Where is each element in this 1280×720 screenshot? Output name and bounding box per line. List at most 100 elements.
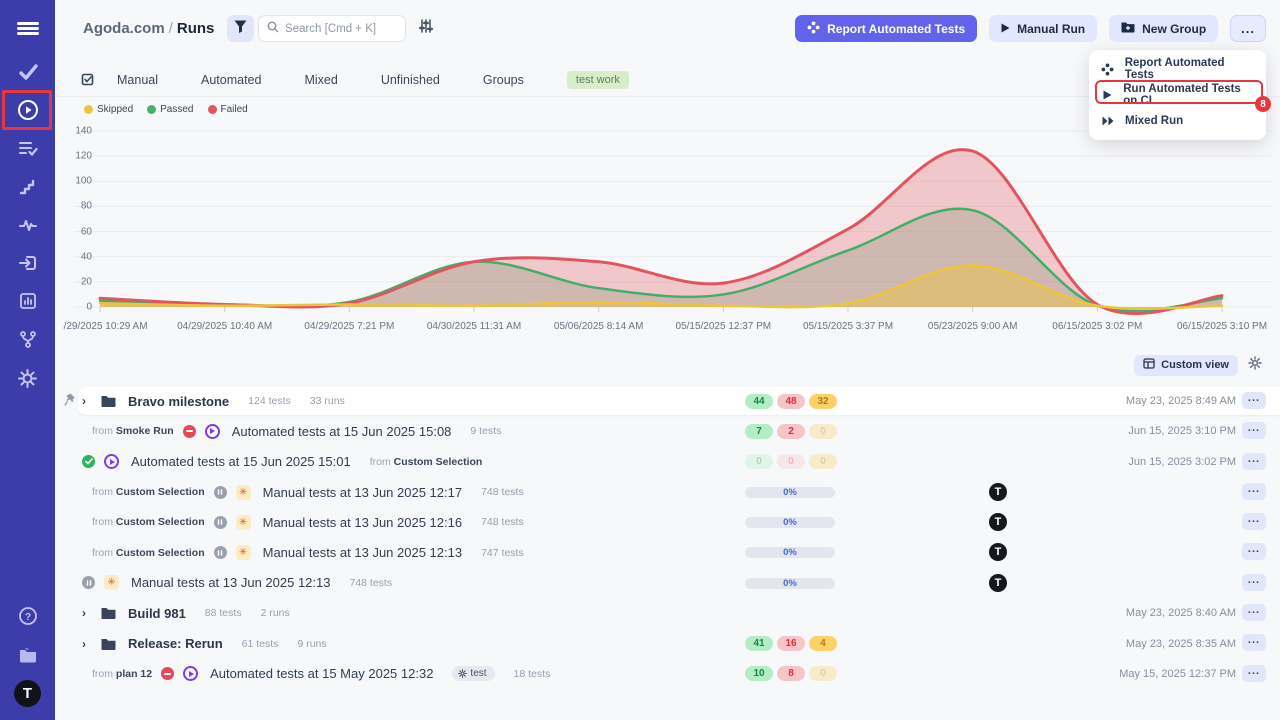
assignee-avatar[interactable]: T: [989, 483, 1007, 501]
report-automated-tests-button[interactable]: Report Automated Tests: [795, 15, 977, 42]
manual-run-button[interactable]: Manual Run: [989, 15, 1097, 42]
menu-item-mixed-run[interactable]: Mixed Run: [1089, 108, 1266, 134]
x-tick-label: 04/29/2025 7:21 PM: [304, 321, 394, 332]
result-badges: 41164: [745, 628, 837, 658]
reports-icon[interactable]: [0, 287, 55, 315]
select-all-icon[interactable]: [80, 72, 95, 87]
run-row[interactable]: › ✳ Manual tests at 13 Jun 2025 12:13 74…: [78, 568, 1280, 598]
menu-hamburger-icon[interactable]: [0, 14, 55, 42]
projects-icon[interactable]: [0, 640, 55, 668]
topbar: Agoda.com/Runs Report Automated Tests Ma…: [55, 0, 1280, 56]
run-title[interactable]: Automated tests at 15 May 2025 12:32: [210, 666, 433, 681]
row-more-button[interactable]: ...: [1242, 483, 1266, 500]
legend-dot: [147, 105, 156, 114]
run-date: Jun 15, 2025 3:10 PM: [1128, 416, 1236, 446]
legend-item[interactable]: Failed: [208, 104, 248, 115]
tab-automated[interactable]: Automated: [201, 73, 261, 87]
row-more-button[interactable]: ...: [1242, 604, 1266, 621]
run-row[interactable]: › ✳ Manual tests at 13 Jun 2025 12:17 fr…: [78, 477, 1280, 507]
row-more-button[interactable]: ...: [1242, 422, 1266, 439]
tests-count: 124 tests: [248, 395, 291, 407]
run-row[interactable]: › Automated tests at 15 Jun 2025 15:08 f…: [78, 416, 1280, 446]
runs-icon[interactable]: [0, 96, 55, 124]
help-icon[interactable]: ?: [0, 602, 55, 630]
tab-mixed[interactable]: Mixed: [304, 73, 337, 87]
row-more-button[interactable]: ...: [1242, 574, 1266, 591]
badge-yellow: 4: [809, 636, 837, 651]
annotation-step-badge: 8: [1255, 96, 1271, 112]
search-input[interactable]: [285, 23, 395, 35]
assignee-avatar[interactable]: T: [989, 574, 1007, 592]
run-title[interactable]: Manual tests at 13 Jun 2025 12:16: [263, 515, 462, 530]
run-tag[interactable]: test: [452, 666, 494, 681]
tests-count: 18 tests: [514, 668, 551, 680]
run-row[interactable]: › Automated tests at 15 May 2025 12:32 f…: [78, 659, 1280, 689]
run-title[interactable]: Manual tests at 13 Jun 2025 12:13: [131, 575, 330, 590]
breadcrumb-project[interactable]: Agoda.com: [83, 20, 165, 37]
workspace-logo[interactable]: T: [14, 680, 41, 707]
expand-chevron-icon[interactable]: ›: [82, 637, 92, 651]
milestones-icon[interactable]: [0, 173, 55, 201]
group-row[interactable]: › Release: Rerun 61 tests 9 runs 41164 M…: [78, 628, 1280, 658]
filter-tag-test-work[interactable]: test work: [567, 71, 629, 89]
sliders-icon[interactable]: [418, 18, 434, 39]
expand-chevron-icon[interactable]: ›: [82, 606, 92, 620]
search-box[interactable]: [258, 15, 406, 42]
run-title[interactable]: Bravo milestone: [128, 394, 229, 409]
x-tick-label: 04/29/2025 10:40 AM: [177, 321, 272, 332]
filter-button[interactable]: [227, 15, 254, 42]
group-row[interactable]: › Bravo milestone 124 tests 33 runs 4448…: [78, 386, 1280, 416]
run-row[interactable]: › ✳ Manual tests at 13 Jun 2025 12:13 fr…: [78, 537, 1280, 567]
tests-icon[interactable]: [0, 58, 55, 86]
badge-green: 0: [745, 454, 773, 469]
import-icon[interactable]: [0, 249, 55, 277]
run-title[interactable]: Manual tests at 13 Jun 2025 12:13: [263, 545, 462, 560]
branches-icon[interactable]: [0, 325, 55, 353]
menu-item-report-automated-tests[interactable]: Report Automated Tests: [1089, 56, 1266, 82]
group-row[interactable]: › Build 981 88 tests 2 runs May 23, 2025…: [78, 598, 1280, 628]
run-date: May 23, 2025 8:49 AM: [1126, 386, 1236, 416]
row-more-button[interactable]: ...: [1242, 513, 1266, 530]
table-view-icon: [1143, 358, 1155, 372]
progress-bar: 0%: [745, 517, 835, 528]
status-pending-icon: [82, 576, 95, 589]
legend-item[interactable]: Passed: [147, 104, 193, 115]
y-tick-label: 100: [75, 176, 92, 187]
progress-bar: 0%: [745, 487, 835, 498]
row-more-button[interactable]: ...: [1242, 665, 1266, 682]
run-title[interactable]: Automated tests at 15 Jun 2025 15:01: [131, 454, 351, 469]
tab-groups[interactable]: Groups: [483, 73, 524, 87]
tab-unfinished[interactable]: Unfinished: [381, 73, 440, 87]
legend-item[interactable]: Skipped: [84, 104, 133, 115]
assignee-avatar[interactable]: T: [989, 543, 1007, 561]
status-failed-icon: [183, 425, 196, 438]
tab-manual[interactable]: Manual: [117, 73, 158, 87]
run-row[interactable]: › ✳ Manual tests at 13 Jun 2025 12:16 fr…: [78, 507, 1280, 537]
row-more-button[interactable]: ...: [1242, 543, 1266, 560]
run-title[interactable]: Build 981: [128, 606, 186, 621]
settings-gear-icon[interactable]: [0, 364, 55, 392]
new-group-button[interactable]: New Group: [1109, 15, 1218, 42]
result-badges: 720: [745, 416, 837, 446]
assignee-avatar[interactable]: T: [989, 513, 1007, 531]
plans-icon[interactable]: [0, 134, 55, 162]
run-title[interactable]: Automated tests at 15 Jun 2025 15:08: [232, 424, 452, 439]
expand-chevron-icon[interactable]: ›: [82, 394, 92, 408]
custom-view-button[interactable]: Custom view: [1134, 355, 1238, 376]
row-more-button[interactable]: ...: [1242, 392, 1266, 409]
view-settings-gear-icon[interactable]: [1248, 356, 1262, 375]
run-date: May 15, 2025 12:37 PM: [1119, 659, 1236, 689]
menu-item-run-automated-tests-on-ci[interactable]: Run Automated Tests on CI: [1089, 82, 1266, 108]
row-more-button[interactable]: ...: [1242, 453, 1266, 470]
more-actions-button[interactable]: ...: [1230, 15, 1266, 42]
row-more-button[interactable]: ...: [1242, 634, 1266, 651]
actions-dropdown-menu: Report Automated Tests Run Automated Tes…: [1089, 50, 1266, 140]
chart-legend: Skipped Passed Failed: [84, 104, 248, 115]
new-group-label: New Group: [1142, 22, 1206, 36]
pulse-icon[interactable]: [0, 211, 55, 239]
run-row[interactable]: › Automated tests at 15 Jun 2025 15:01 f…: [78, 447, 1280, 477]
badge-red: 48: [777, 394, 805, 409]
run-title[interactable]: Manual tests at 13 Jun 2025 12:17: [263, 485, 462, 500]
run-title[interactable]: Release: Rerun: [128, 636, 223, 651]
automated-run-icon: [205, 424, 220, 439]
